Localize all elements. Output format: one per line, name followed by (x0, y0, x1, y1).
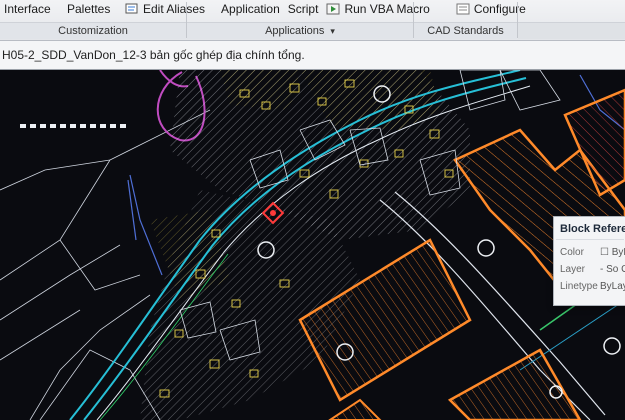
panel-cad-standards-label: CAD Standards (427, 25, 504, 37)
ribbon: Interface Palettes Edit Aliases Applicat… (0, 0, 625, 41)
chevron-down-icon: ▾ (330, 25, 335, 36)
script-button[interactable]: Script (284, 2, 323, 16)
edit-aliases-label: Edit Aliases (143, 1, 206, 16)
interface-button[interactable]: Interface (0, 2, 55, 16)
tooltip-color-value: ☐ ByL (600, 247, 625, 258)
configure-label: Configure (473, 1, 526, 16)
tooltip-divider (556, 239, 624, 240)
panel-customization: Customization (0, 22, 186, 39)
run-vba-macro-button[interactable]: Run VBA Macro (322, 2, 433, 16)
edit-aliases-button[interactable]: Edit Aliases (121, 2, 209, 16)
tooltip-title: Block Reference (560, 223, 625, 235)
ribbon-row: Interface Palettes Edit Aliases Applicat… (0, 0, 530, 17)
document-tab[interactable]: H05-2_SDD_VanDon_12-3 bản gốc ghép địa c… (0, 41, 625, 70)
panel-applications[interactable]: Applications ▾ (187, 22, 413, 39)
cad-drawing[interactable] (0, 70, 625, 420)
tooltip-layer-label: Layer (560, 264, 586, 275)
interface-label: Interface (4, 1, 51, 16)
drawing-canvas[interactable]: Block Reference Color ☐ ByL Layer - So G… (0, 70, 625, 420)
tooltip-color-label: Color (560, 247, 584, 258)
run-vba-macro-label: Run VBA Macro (344, 1, 430, 16)
panel-applications-label: Applications (265, 25, 325, 37)
panel-empty (518, 22, 625, 39)
script-label: Script (287, 1, 319, 16)
tooltip-linetype-label: Linetype (560, 281, 598, 292)
panel-cad-standards: CAD Standards (414, 22, 517, 39)
palettes-button[interactable]: Palettes (63, 2, 117, 16)
document-title: H05-2_SDD_VanDon_12-3 bản gốc ghép địa c… (2, 48, 305, 62)
block-reference-tooltip: Block Reference Color ☐ ByL Layer - So G… (553, 216, 625, 306)
configure-button[interactable]: Configure (452, 2, 530, 16)
application-label: Application (221, 1, 280, 16)
run-vba-icon (326, 3, 340, 14)
panel-customization-label: Customization (58, 25, 128, 37)
tooltip-layer-value: - So G (600, 264, 625, 275)
configure-icon (456, 3, 470, 14)
palettes-label: Palettes (67, 1, 111, 16)
edit-aliases-icon (125, 3, 138, 13)
application-button[interactable]: Application (217, 2, 284, 16)
tooltip-linetype-value: ByLay (600, 281, 625, 292)
